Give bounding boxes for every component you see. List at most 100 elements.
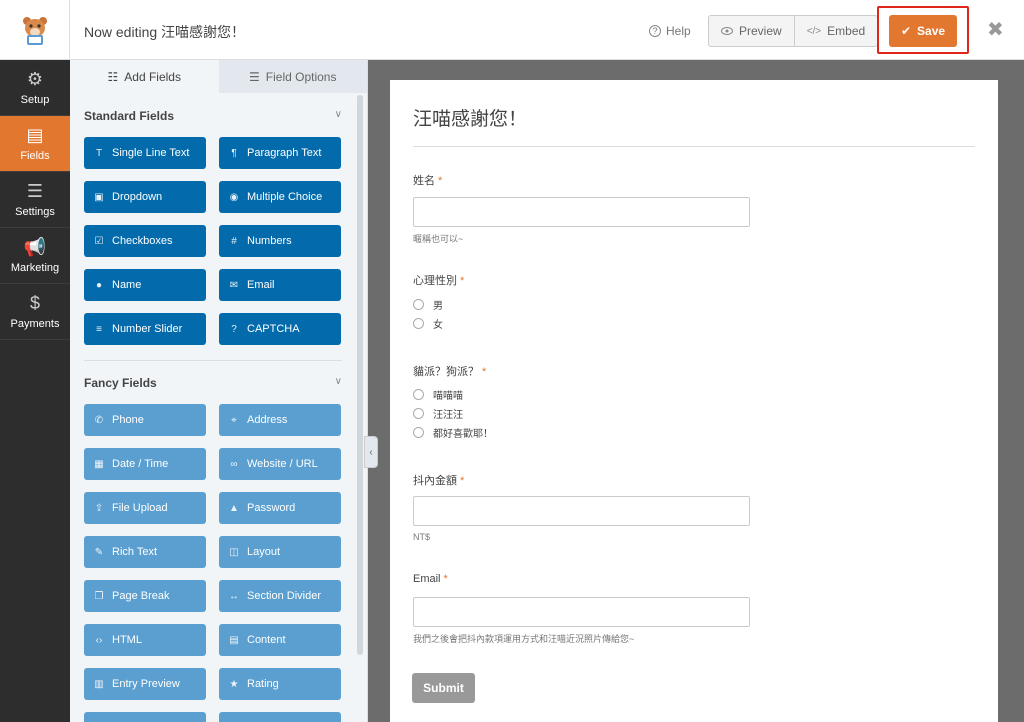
sidebar-item-settings[interactable]: ☰ Settings — [0, 172, 70, 228]
radio-option[interactable]: 汪汪汪 — [413, 406, 463, 421]
field-button-name[interactable]: ● Name — [84, 269, 206, 301]
embed-button[interactable]: </> Embed — [793, 16, 878, 46]
radio-circle[interactable] — [413, 299, 424, 310]
field-button-date-time[interactable]: ▦ Date / Time — [84, 448, 206, 480]
submit-button[interactable]: Submit — [412, 673, 475, 703]
sidebar-item-fields[interactable]: ▤ Fields — [0, 116, 70, 172]
save-button[interactable]: ✔ Save — [889, 15, 957, 47]
field-label: Name — [112, 279, 142, 291]
field-label: CAPTCHA — [247, 323, 300, 335]
copy-icon: ❐ — [94, 590, 104, 602]
radio-circle[interactable] — [413, 318, 424, 329]
close-icon[interactable]: ✖ — [987, 20, 1004, 40]
tab-field-options[interactable]: ☰ Field Options — [218, 60, 367, 93]
tab-label: Field Options — [265, 69, 337, 84]
field-label: Layout — [247, 546, 281, 558]
wpforms-logo — [0, 0, 70, 60]
radio-label: 男 — [433, 301, 443, 312]
label-text: 抖內金額 — [413, 475, 457, 487]
donation-input[interactable] — [413, 496, 750, 526]
radio-circle[interactable] — [413, 389, 424, 400]
field-button-checkboxes[interactable]: ☑ Checkboxes — [84, 225, 206, 257]
field-button-section-divider[interactable]: ↔ Section Divider — [219, 580, 341, 612]
field-button-rich-text[interactable]: ✎ Rich Text — [84, 536, 206, 568]
preview-label: Preview — [739, 24, 782, 38]
required-mark: * — [482, 366, 487, 378]
email-input[interactable] — [413, 597, 750, 627]
help-link[interactable]: ? Help — [649, 24, 691, 38]
radio-label: 汪汪汪 — [433, 410, 463, 421]
field-label: Email — [247, 279, 275, 291]
field-button-html[interactable]: ‹› HTML — [84, 624, 206, 656]
field-button-page-break[interactable]: ❐ Page Break — [84, 580, 206, 612]
field-button-password[interactable]: ▲ Password — [219, 492, 341, 524]
field-label-email: Email * — [413, 573, 448, 585]
radio-option[interactable]: 都好喜歡耶！ — [413, 425, 493, 440]
radio-option[interactable]: 男 — [413, 297, 443, 312]
chevron-left-icon: ‹ — [369, 446, 373, 458]
paragraph-icon: ¶ — [231, 147, 237, 159]
field-button-file-upload[interactable]: ⇪ File Upload — [84, 492, 206, 524]
field-label: Page Break — [112, 590, 170, 602]
tab-add-fields[interactable]: ☷ Add Fields — [70, 60, 219, 93]
label-text: Email — [413, 573, 441, 585]
fields-icon: ▤ — [26, 124, 44, 145]
field-button-numbers[interactable]: # Numbers — [219, 225, 341, 257]
question-icon: ? — [231, 323, 237, 335]
standard-fields-header[interactable]: Standard Fields ∨ — [84, 109, 342, 123]
file-icon: ▤ — [229, 634, 239, 646]
star-icon: ★ — [229, 678, 239, 690]
field-button-rating[interactable]: ★ Rating — [219, 668, 341, 700]
panel-scrollbar[interactable] — [357, 95, 363, 655]
field-button-website-url[interactable]: ∞ Website / URL — [219, 448, 341, 480]
preview-embed-group: Preview </> Embed — [708, 15, 879, 47]
label-text: 姓名 — [413, 175, 435, 187]
section-title: Standard Fields — [84, 109, 175, 123]
field-button-captcha[interactable]: ? CAPTCHA — [219, 313, 341, 345]
field-button-paragraph-text[interactable]: ¶ Paragraph Text — [219, 137, 341, 169]
field-label-donation: 抖內金額 * — [413, 472, 464, 488]
checkbox-icon: ☑ — [94, 235, 104, 247]
field-button-single-line-text[interactable]: T Single Line Text — [84, 137, 206, 169]
sidebar-item-setup[interactable]: ⚙ Setup — [0, 60, 70, 116]
field-button-number-slider[interactable]: ≡ Number Slider — [84, 313, 206, 345]
radio-option[interactable]: 喵喵喵 — [413, 387, 463, 402]
builder-sidebar: ⚙ Setup ▤ Fields ☰ Settings 📢 Marketing … — [0, 60, 70, 722]
field-button-entry-preview[interactable]: ▥ Entry Preview — [84, 668, 206, 700]
sidebar-item-marketing[interactable]: 📢 Marketing — [0, 228, 70, 284]
label-text: 貓派？狗派？ — [413, 366, 479, 378]
field-description-email: 我們之後會把抖內款項運用方式和汪喵近況照片傳給您~ — [413, 634, 635, 644]
field-button-content[interactable]: ▤ Content — [219, 624, 341, 656]
preview-button[interactable]: Preview — [709, 16, 794, 46]
collapse-panel-handle[interactable]: ‹ — [364, 436, 378, 468]
name-input[interactable] — [413, 197, 750, 227]
required-mark: * — [443, 573, 448, 585]
radio-circle[interactable] — [413, 427, 424, 438]
field-button-dropdown[interactable]: ▣ Dropdown — [84, 181, 206, 213]
sidebar-item-payments[interactable]: $ Payments — [0, 284, 70, 340]
sliders-icon: ☰ — [26, 180, 44, 201]
field-button-partial[interactable] — [84, 712, 206, 722]
field-label: Date / Time — [112, 458, 169, 470]
field-label: Rating — [247, 678, 279, 690]
field-button-address[interactable]: ⌖ Address — [219, 404, 341, 436]
field-label: Entry Preview — [112, 678, 180, 690]
link-icon: ∞ — [230, 458, 238, 470]
field-label: Content — [247, 634, 286, 646]
required-mark: * — [460, 275, 465, 287]
arrows-icon: ↔ — [229, 590, 239, 602]
field-button-email[interactable]: ✉ Email — [219, 269, 341, 301]
document-icon: ▥ — [94, 678, 104, 690]
field-button-partial[interactable] — [219, 712, 341, 722]
radio-option[interactable]: 女 — [413, 316, 443, 331]
radio-circle[interactable] — [413, 408, 424, 419]
field-button-multiple-choice[interactable]: ◉ Multiple Choice — [219, 181, 341, 213]
panel-tabs: ☷ Add Fields ☰ Field Options — [70, 60, 367, 93]
radio-label: 喵喵喵 — [433, 391, 463, 402]
field-button-phone[interactable]: ✆ Phone — [84, 404, 206, 436]
edit-icon: ✎ — [94, 546, 104, 558]
field-button-layout[interactable]: ◫ Layout — [219, 536, 341, 568]
layout-icon: ◫ — [229, 546, 239, 558]
fancy-fields-header[interactable]: Fancy Fields ∨ — [84, 376, 342, 390]
slider-icon: ≡ — [96, 323, 102, 335]
